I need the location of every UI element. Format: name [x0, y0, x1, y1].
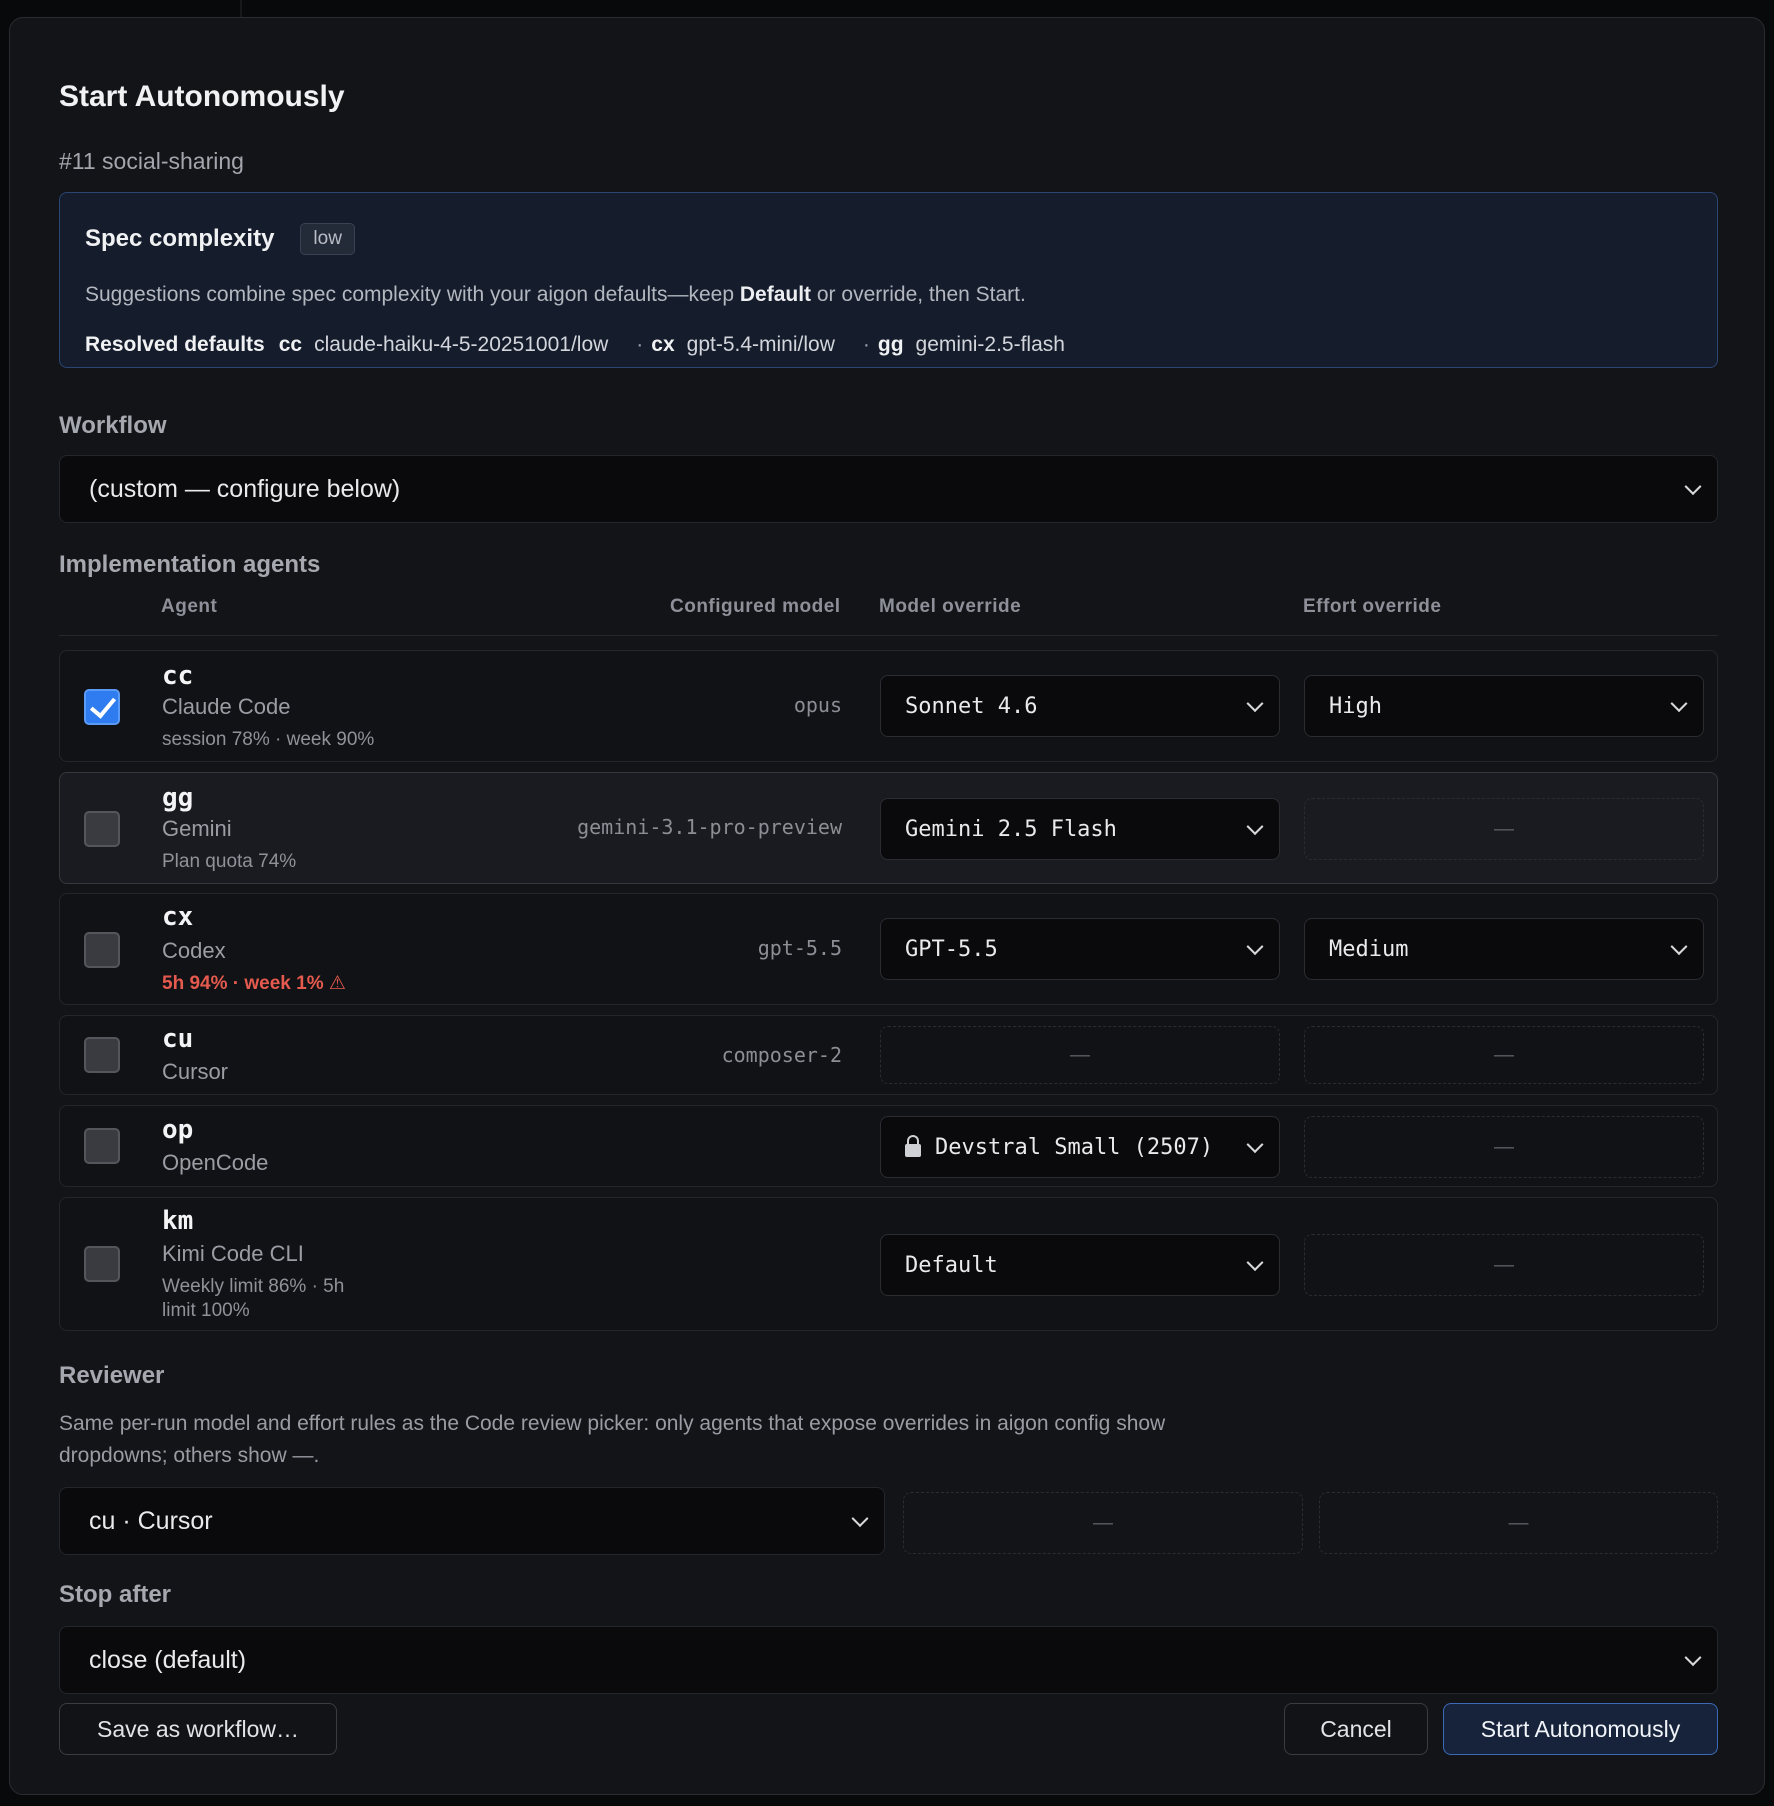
dialog-title: Start Autonomously: [59, 80, 345, 113]
configured-model: gpt-5.5: [757, 936, 842, 960]
model-override-select[interactable]: Gemini 2.5 Flash: [880, 798, 1280, 860]
start-autonomously-dialog: Start Autonomously #11 social-sharing Sp…: [9, 17, 1765, 1795]
agent-row-gg: gg Gemini Plan quota 74% gemini-3.1-pro-…: [59, 772, 1718, 884]
reviewer-effort-empty: —: [1319, 1492, 1718, 1554]
reviewer-label: Reviewer: [59, 1362, 165, 1389]
agent-usage: Plan quota 74%: [162, 851, 297, 872]
agents-table-header: Agent Configured model Model override Ef…: [59, 596, 1718, 636]
chevron-down-icon: [1670, 695, 1688, 713]
agent-usage-warning: 5h 94% · week 1% ⚠: [162, 973, 346, 994]
chevron-down-icon: [1246, 818, 1264, 836]
spec-title: Spec complexity: [85, 225, 275, 252]
start-autonomously-button[interactable]: Start Autonomously: [1443, 1703, 1718, 1755]
spec-description: Suggestions combine spec complexity with…: [85, 283, 1026, 306]
model-override-select[interactable]: GPT-5.5: [880, 918, 1280, 980]
agent-checkbox-op[interactable]: [84, 1128, 120, 1164]
agent-row-op: op OpenCode Devstral Small (2507) —: [59, 1105, 1718, 1187]
chevron-down-icon: [1670, 938, 1688, 956]
agent-checkbox-cx[interactable]: [84, 932, 120, 968]
workflow-label: Workflow: [59, 412, 167, 439]
model-override-empty: —: [880, 1026, 1280, 1084]
agent-usage: session 78% · week 90%: [162, 729, 375, 750]
configured-model: gemini-3.1-pro-preview: [577, 815, 842, 839]
complexity-badge: low: [300, 223, 355, 255]
agent-usage: Weekly limit 86% · 5h limit 100%: [162, 1276, 345, 1321]
chevron-down-icon: [1246, 1254, 1264, 1272]
spec-complexity-panel: Spec complexity low Suggestions combine …: [59, 192, 1718, 368]
effort-override-select[interactable]: Medium: [1304, 918, 1704, 980]
configured-model: composer-2: [721, 1043, 842, 1067]
workflow-select[interactable]: (custom — configure below): [59, 455, 1718, 523]
cancel-button[interactable]: Cancel: [1284, 1703, 1428, 1755]
resolved-defaults: Resolved defaults cc claude-haiku-4-5-202…: [85, 333, 1065, 356]
effort-override-select[interactable]: High: [1304, 675, 1704, 737]
agent-row-cu: cu Cursor composer-2 — —: [59, 1015, 1718, 1095]
agent-checkbox-cu[interactable]: [84, 1037, 120, 1073]
model-override-select[interactable]: Devstral Small (2507): [880, 1116, 1280, 1178]
dialog-subtitle: #11 social-sharing: [59, 148, 244, 174]
lock-icon: [905, 1134, 921, 1157]
effort-override-empty: —: [1304, 798, 1704, 860]
model-override-select[interactable]: Sonnet 4.6: [880, 675, 1280, 737]
chevron-down-icon: [1684, 1649, 1702, 1667]
reviewer-model-empty: —: [903, 1492, 1303, 1554]
configured-model: opus: [793, 693, 842, 717]
agent-checkbox-gg[interactable]: [84, 811, 120, 847]
agent-row-cc: cc Claude Code session 78% · week 90% op…: [59, 650, 1718, 762]
model-override-select[interactable]: Default: [880, 1234, 1280, 1296]
agent-checkbox-cc[interactable]: [84, 689, 120, 725]
effort-override-empty: —: [1304, 1234, 1704, 1296]
agent-row-km: km Kimi Code CLI Weekly limit 86% · 5h li…: [59, 1197, 1718, 1331]
agent-checkbox-km[interactable]: [84, 1246, 120, 1282]
chevron-down-icon: [1246, 938, 1264, 956]
reviewer-select[interactable]: cu · Cursor: [59, 1487, 885, 1555]
agent-row-cx: cx Codex 5h 94% · week 1% ⚠ gpt-5.5 GPT-…: [59, 893, 1718, 1005]
effort-override-empty: —: [1304, 1116, 1704, 1178]
stop-after-label: Stop after: [59, 1581, 172, 1608]
stop-after-select[interactable]: close (default): [59, 1626, 1718, 1694]
chevron-down-icon: [1684, 478, 1702, 496]
reviewer-description: Same per-run model and effort rules as t…: [59, 1412, 1166, 1467]
implementation-agents-label: Implementation agents: [59, 551, 321, 578]
chevron-down-icon: [851, 1510, 869, 1528]
chevron-down-icon: [1246, 1136, 1264, 1154]
effort-override-empty: —: [1304, 1026, 1704, 1084]
save-as-workflow-button[interactable]: Save as workflow…: [59, 1703, 337, 1755]
chevron-down-icon: [1246, 695, 1264, 713]
